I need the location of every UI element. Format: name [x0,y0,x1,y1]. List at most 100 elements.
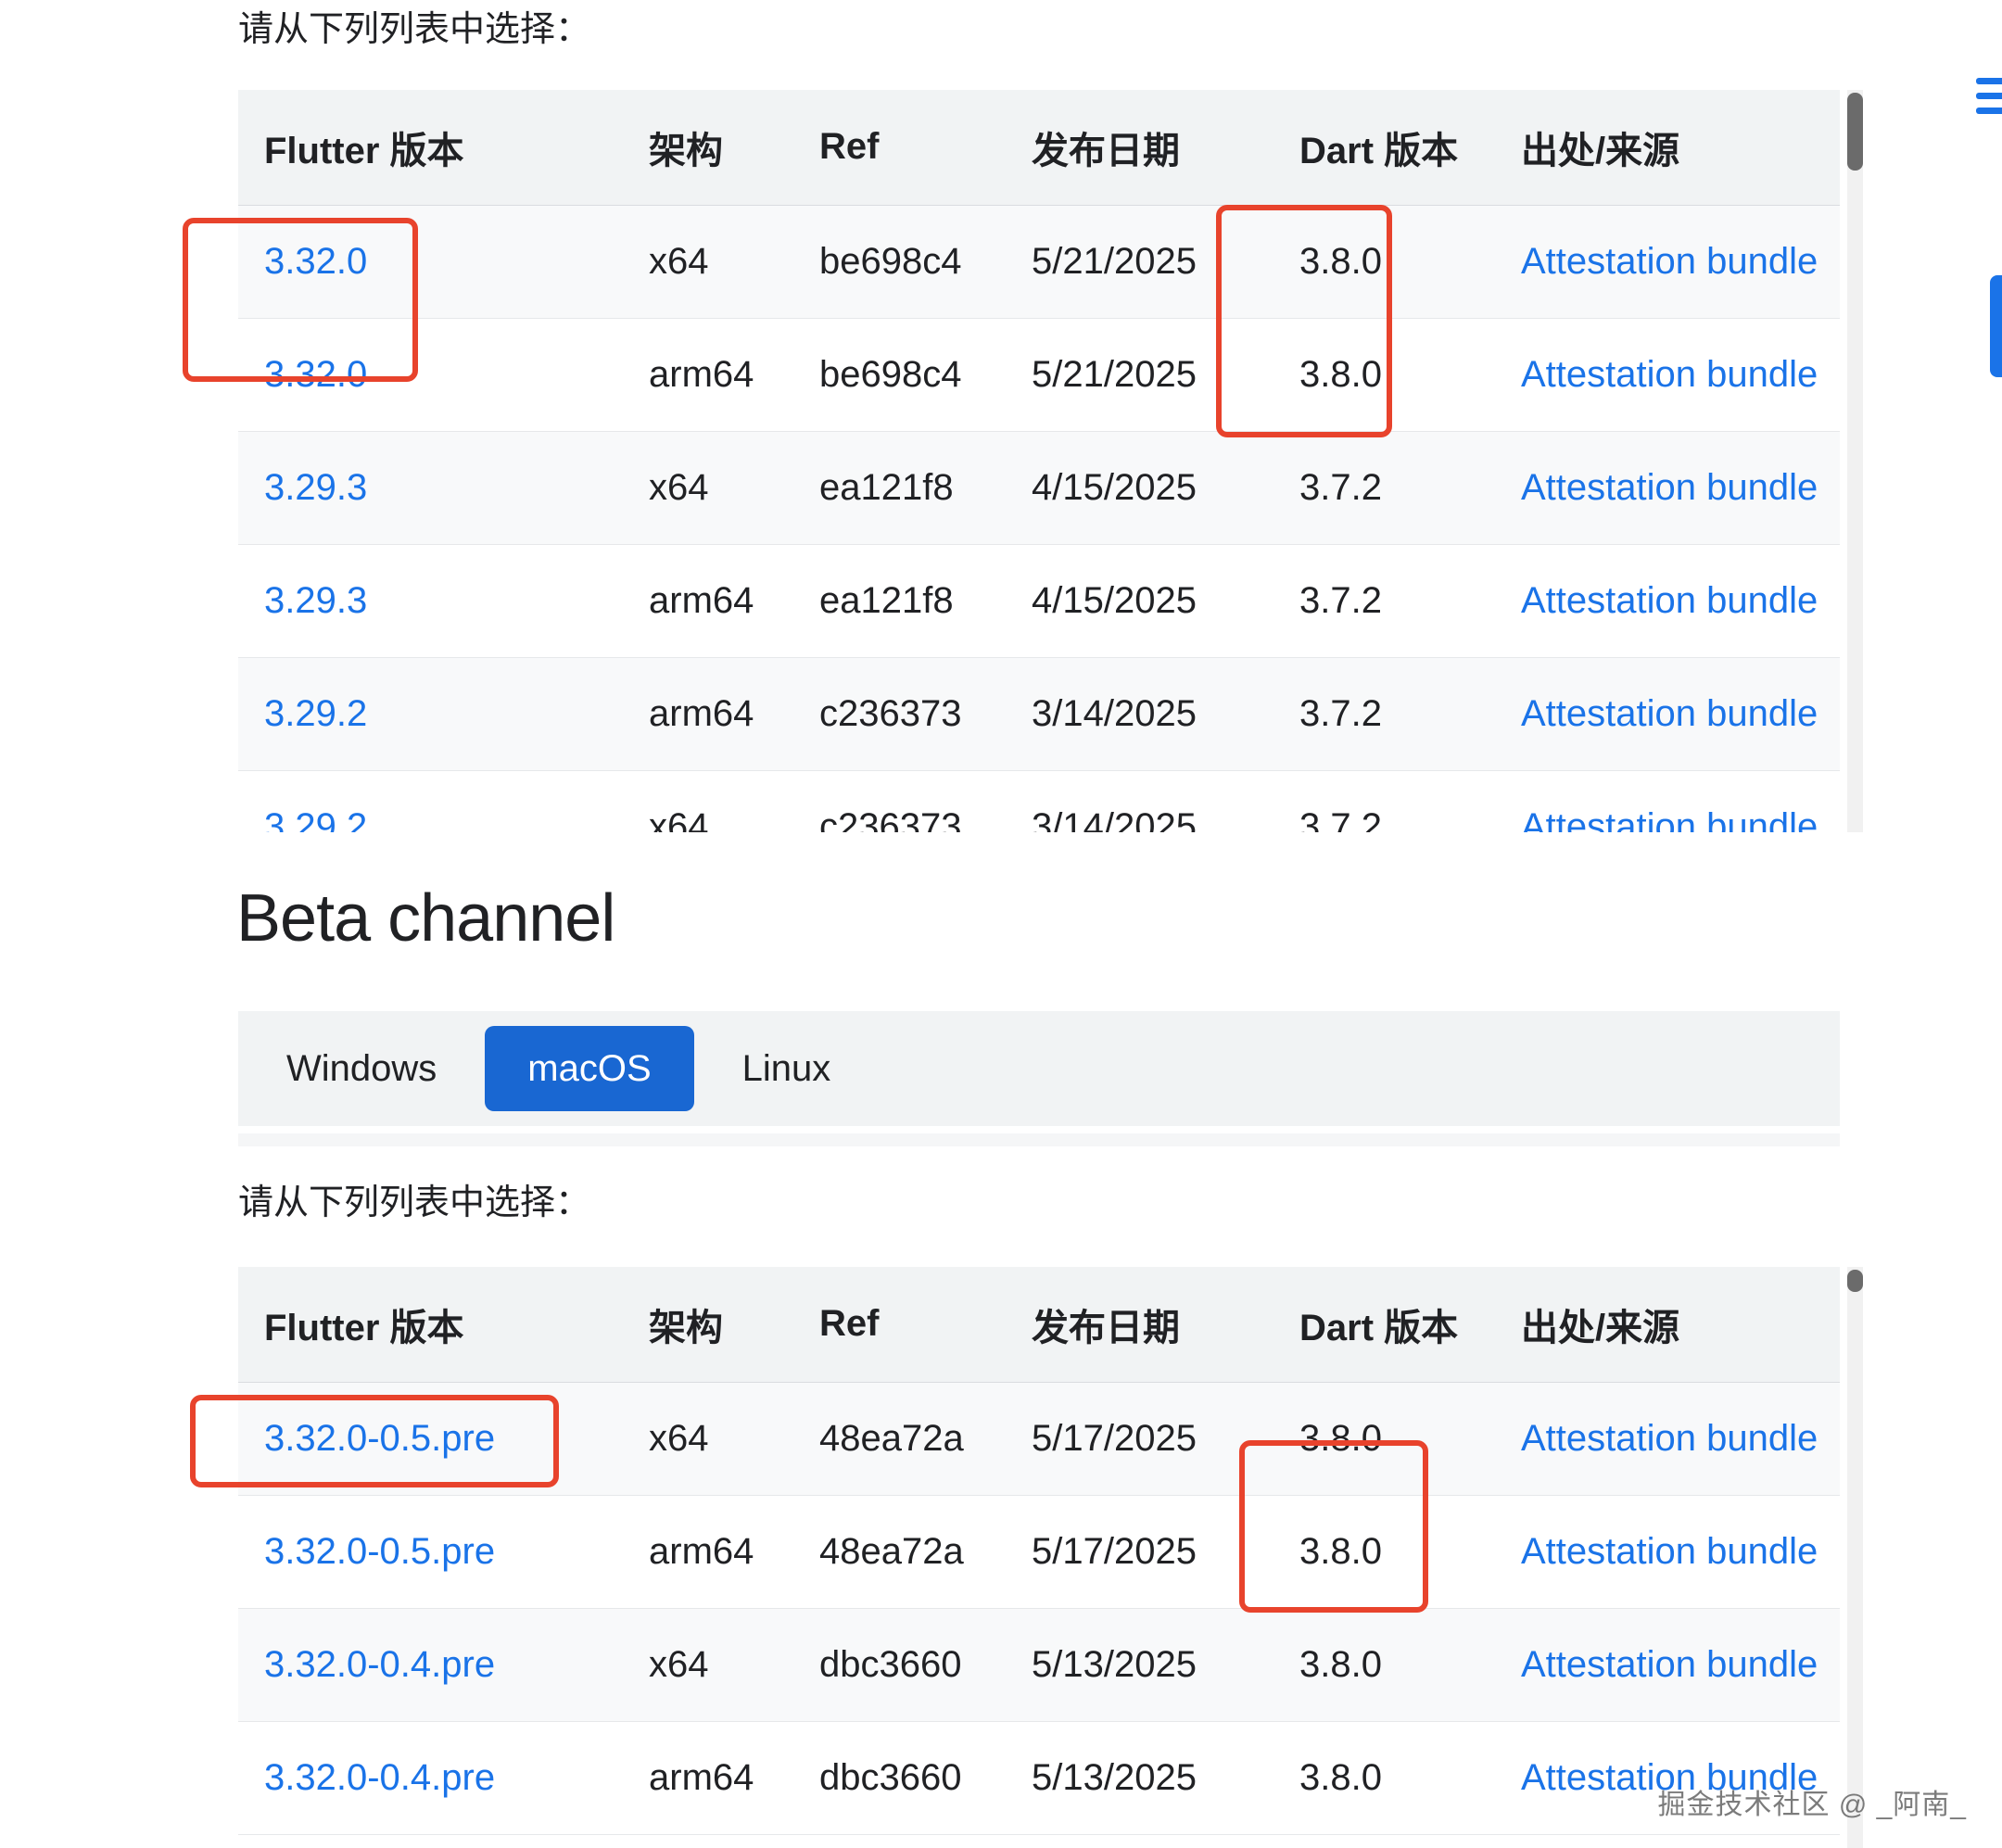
attestation-bundle-link[interactable]: Attestation bundle [1521,241,1818,282]
toc-icon[interactable] [1976,76,2002,119]
date-cell: 4/15/2025 [1006,544,1273,657]
ref-cell: c236373 [793,657,1006,770]
tabbar-underline [238,1133,1840,1146]
toc-icon-bar [1976,93,2002,99]
date-cell: 3/14/2025 [1006,770,1273,832]
header-flutter-version: Flutter 版本 [238,90,623,205]
arch-cell: x64 [623,431,793,544]
page-scrollbar-thumb[interactable] [1990,275,2002,377]
table-row: 3.32.0 x64 be698c4 5/21/2025 3.8.0 Attes… [238,205,1840,318]
attestation-bundle-link[interactable]: Attestation bundle [1521,806,1818,833]
arch-cell: arm64 [623,1721,793,1834]
dart-version-cell: 3.7.2 [1273,770,1495,832]
dart-version-cell: 3.8.0 [1273,1382,1495,1495]
arch-cell: x64 [623,1608,793,1721]
header-provenance: 出处/来源 [1495,1267,1840,1382]
table-row: 3.32.0-0.4.pre x64 dbc3660 5/13/2025 3.8… [238,1608,1840,1721]
dart-version-cell: 3.8.0 [1273,1608,1495,1721]
date-cell: 4/15/2025 [1006,431,1273,544]
ref-cell: c236373 [793,770,1006,832]
flutter-version-link[interactable]: 3.32.0-0.4.pre [264,1757,495,1798]
attestation-bundle-link[interactable]: Attestation bundle [1521,467,1818,508]
date-cell: 5/17/2025 [1006,1495,1273,1608]
table-header-row: Flutter 版本 架构 Ref 发布日期 Dart 版本 出处/来源 [238,90,1840,205]
flutter-version-link[interactable]: 3.29.3 [264,467,367,508]
toc-icon-bar [1976,108,2002,114]
header-date: 发布日期 [1006,90,1273,205]
dart-version-cell: 3.8.0 [1273,1721,1495,1834]
ref-cell: be698c4 [793,318,1006,431]
attestation-bundle-link[interactable]: Attestation bundle [1521,354,1818,395]
header-provenance: 出处/来源 [1495,90,1840,205]
stable-table-scrollbar[interactable] [1847,90,1863,832]
arch-cell: arm64 [623,544,793,657]
ref-cell: ea121f8 [793,544,1006,657]
arch-cell: arm64 [623,657,793,770]
arch-cell: x64 [623,770,793,832]
table-header-row: Flutter 版本 架构 Ref 发布日期 Dart 版本 出处/来源 [238,1267,1840,1382]
header-dart-version: Dart 版本 [1273,90,1495,205]
table-row: 3.29.2 arm64 c236373 3/14/2025 3.7.2 Att… [238,657,1840,770]
stable-intro-text: 请从下列列表中选择： [238,6,590,55]
scrollbar-thumb[interactable] [1847,1270,1863,1292]
ref-cell: 48ea72a [793,1382,1006,1495]
date-cell: 5/13/2025 [1006,1608,1273,1721]
attestation-bundle-link[interactable]: Attestation bundle [1521,1531,1818,1572]
ref-cell: ea121f8 [793,431,1006,544]
date-cell: 5/21/2025 [1006,318,1273,431]
table-row: 3.32.0-0.5.pre x64 48ea72a 5/17/2025 3.8… [238,1382,1840,1495]
arch-cell: arm64 [623,1495,793,1608]
beta-channel-heading: Beta channel [236,880,615,957]
flutter-version-link[interactable]: 3.32.0-0.5.pre [264,1418,495,1459]
tab-windows[interactable]: Windows [244,1026,479,1111]
beta-table-scrollbar[interactable] [1847,1267,1863,1848]
dart-version-cell: 3.8.0 [1273,205,1495,318]
platform-tabbar: Windows macOS Linux [238,1011,1840,1126]
page: 请从下列列表中选择： Flutter 版本 架构 Ref 发布日期 Dart 版… [0,0,2002,1848]
ref-cell: dbc3660 [793,1721,1006,1834]
table-row: 3.32.0-0.4.pre arm64 dbc3660 5/13/2025 3… [238,1721,1840,1834]
tab-linux[interactable]: Linux [700,1026,874,1111]
flutter-version-link[interactable]: 3.29.2 [264,693,367,734]
arch-cell: arm64 [623,318,793,431]
stable-table-container[interactable]: Flutter 版本 架构 Ref 发布日期 Dart 版本 出处/来源 3.3… [238,90,1840,832]
arch-cell: x64 [623,1382,793,1495]
table-row: 3.29.3 x64 ea121f8 4/15/2025 3.7.2 Attes… [238,431,1840,544]
flutter-version-link[interactable]: 3.29.3 [264,580,367,621]
table-row: 3.32.0-0.5.pre arm64 48ea72a 5/17/2025 3… [238,1495,1840,1608]
beta-intro-text: 请从下列列表中选择： [238,1179,590,1228]
dart-version-cell: 3.7.2 [1273,431,1495,544]
flutter-version-link[interactable]: 3.32.0 [264,241,367,282]
watermark-text: 掘金技术社区 @ _阿南_ [1658,1781,1968,1822]
dart-version-cell: 3.7.2 [1273,657,1495,770]
table-row: 3.29.2 x64 c236373 3/14/2025 3.7.2 Attes… [238,770,1840,832]
ref-cell: dbc3660 [793,1608,1006,1721]
header-date: 发布日期 [1006,1267,1273,1382]
beta-table-container[interactable]: Flutter 版本 架构 Ref 发布日期 Dart 版本 出处/来源 3.3… [238,1267,1840,1848]
flutter-version-link[interactable]: 3.29.2 [264,806,367,833]
header-arch: 架构 [623,1267,793,1382]
attestation-bundle-link[interactable]: Attestation bundle [1521,1644,1818,1685]
header-ref: Ref [793,1267,1006,1382]
table-row: 3.29.3 arm64 ea121f8 4/15/2025 3.7.2 Att… [238,544,1840,657]
attestation-bundle-link[interactable]: Attestation bundle [1521,580,1818,621]
dart-version-cell: 3.8.0 [1273,1495,1495,1608]
date-cell: 5/21/2025 [1006,205,1273,318]
arch-cell: x64 [623,205,793,318]
attestation-bundle-link[interactable]: Attestation bundle [1521,1418,1818,1459]
toc-icon-bar [1976,78,2002,84]
beta-releases-table: Flutter 版本 架构 Ref 发布日期 Dart 版本 出处/来源 3.3… [238,1267,1840,1835]
ref-cell: 48ea72a [793,1495,1006,1608]
flutter-version-link[interactable]: 3.32.0 [264,354,367,395]
date-cell: 5/17/2025 [1006,1382,1273,1495]
attestation-bundle-link[interactable]: Attestation bundle [1521,693,1818,734]
dart-version-cell: 3.8.0 [1273,318,1495,431]
date-cell: 5/13/2025 [1006,1721,1273,1834]
header-flutter-version: Flutter 版本 [238,1267,623,1382]
dart-version-cell: 3.7.2 [1273,544,1495,657]
scrollbar-thumb[interactable] [1847,93,1863,171]
date-cell: 3/14/2025 [1006,657,1273,770]
flutter-version-link[interactable]: 3.32.0-0.4.pre [264,1644,495,1685]
tab-macos[interactable]: macOS [485,1026,693,1111]
flutter-version-link[interactable]: 3.32.0-0.5.pre [264,1531,495,1572]
